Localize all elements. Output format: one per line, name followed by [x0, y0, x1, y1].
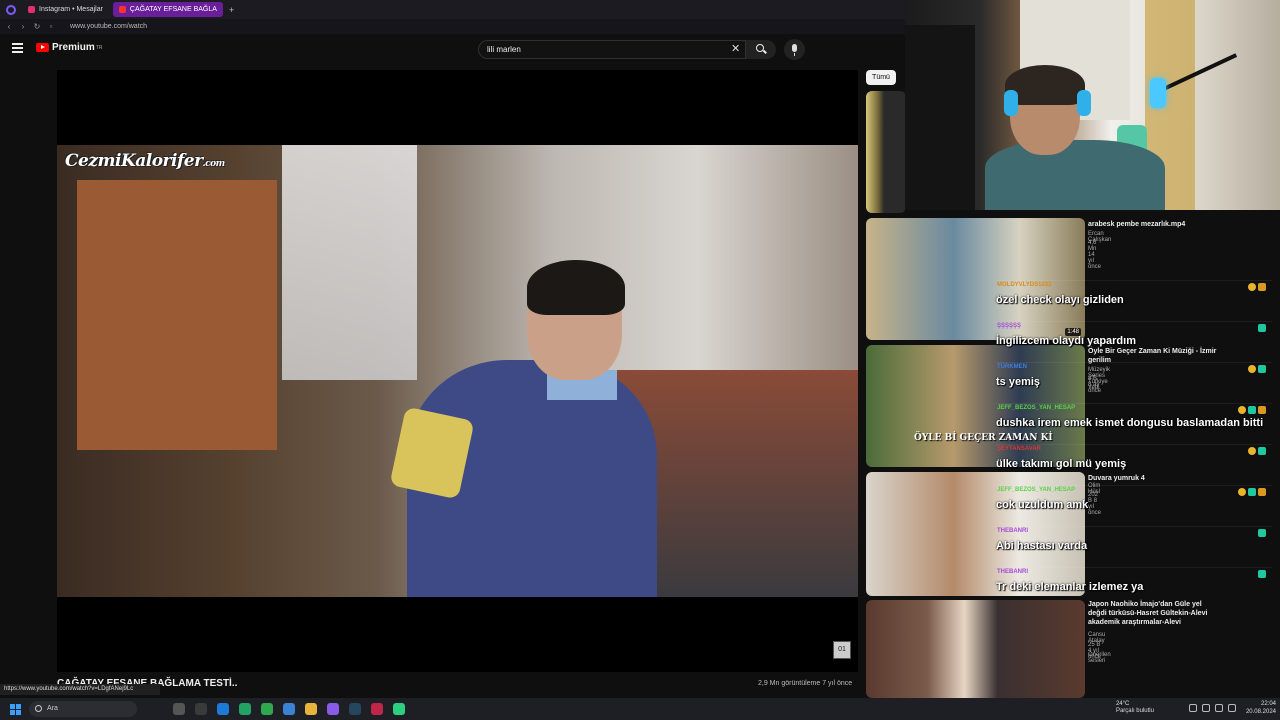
address-bar: ‹ › ↻ ▫ www.youtube.com/watch — [0, 19, 905, 34]
reload-icon[interactable]: ↻ — [32, 22, 42, 31]
youtube-logo[interactable]: Premium TR — [36, 42, 102, 53]
youtube-header: Premium TR lili marlen ✕ — [0, 34, 905, 66]
chevron-up-icon[interactable] — [1188, 704, 1197, 712]
badge-icon — [1258, 365, 1266, 373]
windows-taskbar: Ara 24°C Parçalı bulutlu 22:04 20.08.202… — [0, 698, 1280, 720]
video-player[interactable]: CezmiKalorifer.com 01 — [57, 70, 858, 672]
chat-message: MOLDYVLYDS1232 özel check olayı gizliden — [996, 280, 1272, 320]
link-status-url: https://www.youtube.com/watch?v=LDgfANej… — [0, 684, 160, 695]
chat-message: ŞEYTANSAVAR ülke takımı gol mü yemiş — [996, 444, 1272, 484]
spotify-icon[interactable] — [393, 703, 405, 715]
studio-microphone — [1150, 78, 1166, 108]
youtube-favicon-icon — [118, 6, 126, 13]
url-field[interactable]: www.youtube.com/watch — [70, 23, 147, 30]
video-meta: 2,9 Mn görüntüleme 7 yıl önce — [758, 680, 853, 687]
badge-icon — [1238, 406, 1246, 414]
task-view-icon[interactable] — [173, 703, 185, 715]
terminal-icon[interactable] — [195, 703, 207, 715]
badge-icon — [1248, 365, 1256, 373]
site-info-icon[interactable]: ▫ — [46, 22, 56, 31]
filter-chip-all[interactable]: Tümü — [866, 70, 896, 85]
instagram-icon — [28, 6, 35, 13]
chat-message: ŞŞŞŞŞŞ İngilizcem olaydı yapardım — [996, 321, 1272, 361]
microphone-icon — [792, 44, 797, 56]
hamburger-menu-icon[interactable] — [12, 43, 23, 53]
volume-icon[interactable] — [1214, 704, 1223, 712]
tab-instagram[interactable]: Instagram • Mesajlar — [22, 2, 109, 17]
badge-icon — [1258, 283, 1266, 291]
badge-icon — [1248, 406, 1256, 414]
badge-icon — [1258, 324, 1266, 332]
file-explorer-icon[interactable] — [305, 703, 317, 715]
browser-logo-icon[interactable] — [6, 4, 16, 15]
back-icon[interactable]: ‹ — [4, 22, 14, 31]
system-tray: 24°C Parçalı bulutlu 22:04 20.08.2024 — [1116, 700, 1276, 716]
taskbar-search-input[interactable]: Ara — [29, 701, 137, 717]
badge-icon — [1248, 447, 1256, 455]
tab-youtube-active[interactable]: ÇAĞATAY EFSANE BAĞLA — [112, 2, 223, 17]
chat-message: JEFF_BEZOS_YAN_HESAP dushka irem emek is… — [996, 403, 1272, 443]
badge-icon — [1258, 488, 1266, 496]
clear-search-icon[interactable]: ✕ — [731, 42, 740, 55]
headset-icon — [1004, 90, 1018, 116]
badge-icon — [1258, 406, 1266, 414]
badge-icon — [1258, 447, 1266, 455]
edge-icon[interactable] — [283, 703, 295, 715]
badge-icon — [1248, 488, 1256, 496]
forward-icon[interactable]: › — [18, 22, 28, 31]
channel-watermark: CezmiKalorifer.com — [65, 151, 225, 171]
chat-message: JEFF_BEZOS_YAN_HESAP cok uzuldum amk — [996, 485, 1272, 525]
vscode-icon[interactable] — [217, 703, 229, 715]
battery-icon[interactable] — [1227, 704, 1236, 712]
excel-icon[interactable] — [239, 703, 251, 715]
video-scene-pegboard — [77, 180, 277, 450]
video-frame[interactable]: CezmiKalorifer.com — [57, 145, 858, 597]
badge-icon — [1248, 283, 1256, 291]
network-icon[interactable] — [1201, 704, 1210, 712]
youtube-play-icon — [36, 43, 49, 52]
windows-start-icon[interactable] — [10, 703, 21, 715]
chat-message: THEBANRI Abi hastası varda — [996, 526, 1272, 566]
badge-icon — [1238, 488, 1246, 496]
xbox-icon[interactable] — [261, 703, 273, 715]
voice-search-button[interactable] — [784, 39, 805, 60]
recommended-video-4[interactable]: Japon Naohiko İmajo'dan Güle yel değdi t… — [866, 600, 1207, 698]
video-thumbnail[interactable] — [866, 91, 906, 213]
search-icon — [756, 44, 764, 52]
weather-widget[interactable]: 24°C Parçalı bulutlu — [1116, 701, 1154, 715]
chat-message: THEBANRI Tr deki elemanlar izlemez ya — [996, 567, 1272, 607]
streamer-webcam — [905, 0, 1280, 210]
discord-icon[interactable] — [327, 703, 339, 715]
new-tab-icon[interactable]: + — [229, 5, 234, 15]
chat-message: TÜRKMEN ts yemiş — [996, 362, 1272, 402]
player-channel-icon[interactable]: 01 — [833, 641, 851, 659]
steam-icon[interactable] — [349, 703, 361, 715]
badge-icon — [1258, 570, 1266, 578]
search-button[interactable] — [746, 40, 776, 59]
stream-chat-overlay: MOLDYVLYDS1232 özel check olayı gizliden… — [996, 280, 1272, 598]
search-input[interactable]: lili marlen — [478, 40, 746, 59]
opera-gx-icon[interactable] — [371, 703, 383, 715]
badge-icon — [1258, 529, 1266, 537]
video-thumbnail[interactable] — [866, 600, 1085, 698]
taskbar-clock[interactable]: 22:04 20.08.2024 — [1246, 700, 1276, 716]
browser-tab-bar: Instagram • Mesajlar ÇAĞATAY EFSANE BAĞL… — [0, 0, 905, 19]
